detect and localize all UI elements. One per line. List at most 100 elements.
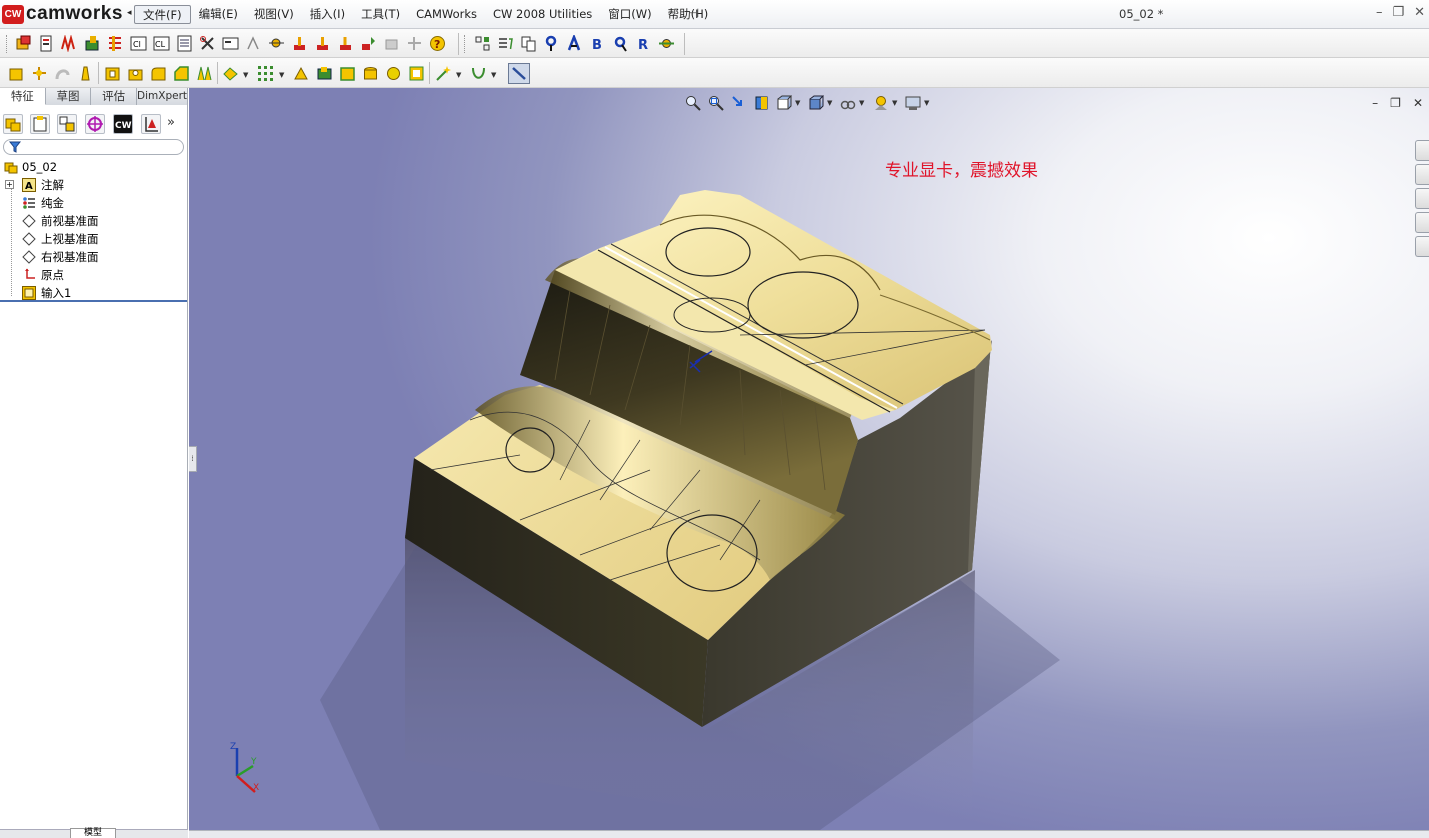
disabled-tool-2-icon[interactable]	[406, 35, 423, 52]
menu-tools[interactable]: 工具(T)	[353, 5, 408, 24]
zoom-to-area-icon[interactable]	[708, 95, 724, 111]
toolpath-display-2-icon[interactable]	[566, 35, 583, 52]
tree-item-material[interactable]: 纯金	[0, 194, 187, 212]
tree-item-right-plane[interactable]: 右视基准面	[0, 248, 187, 266]
extruded-cut-icon[interactable]	[104, 65, 121, 82]
expand-toggle-icon[interactable]: +	[5, 180, 14, 189]
menu-view[interactable]: 视图(V)	[246, 5, 302, 24]
pattern-dropdown-icon[interactable]: ▼	[279, 71, 284, 79]
help-icon[interactable]: ?	[429, 35, 446, 52]
property-manager-tab[interactable]	[30, 114, 50, 134]
tab-evaluate[interactable]: 评估	[91, 88, 138, 105]
reference-geometry-icon[interactable]	[408, 65, 425, 82]
appearance-dropdown-icon[interactable]: ▼	[892, 99, 897, 107]
close-icon[interactable]: ✕	[1414, 5, 1425, 20]
new-operation-icon[interactable]	[360, 35, 377, 52]
dome-icon[interactable]	[339, 65, 356, 82]
fillet-icon[interactable]	[150, 65, 167, 82]
hide-show-dropdown-icon[interactable]: ▼	[859, 99, 864, 107]
toolpath-display-4-icon[interactable]	[612, 35, 629, 52]
task-pane-design-library-icon[interactable]	[1415, 164, 1429, 185]
zoom-to-fit-icon[interactable]	[685, 95, 701, 111]
feature-tree-tool-icon[interactable]	[474, 35, 491, 52]
edit-appearance-icon[interactable]	[873, 95, 889, 111]
task-pane-view-palette-icon[interactable]	[1415, 212, 1429, 233]
disabled-tool-1-icon[interactable]	[383, 35, 400, 52]
more-tabs-chevron-icon[interactable]: »	[167, 115, 175, 130]
setup-sheet-icon[interactable]	[176, 35, 193, 52]
menu-cw-utilities[interactable]: CW 2008 Utilities	[485, 5, 600, 24]
menu-insert[interactable]: 插入(I)	[302, 5, 353, 24]
tab-model[interactable]: 模型	[70, 828, 116, 838]
tool-crib-icon[interactable]	[199, 35, 216, 52]
generate-toolpath-icon[interactable]	[61, 35, 78, 52]
camworks-feature-tree-tab[interactable]: CW	[113, 114, 133, 134]
model-render[interactable]	[189, 88, 1429, 830]
tree-item-front-plane[interactable]: 前视基准面	[0, 212, 187, 230]
app-logo[interactable]: CW camworks	[2, 3, 123, 25]
doc-minimize-icon[interactable]: –	[1372, 96, 1378, 110]
rollback-bar[interactable]	[0, 300, 187, 302]
section-view-icon[interactable]	[754, 95, 770, 111]
wrap-icon[interactable]	[362, 65, 379, 82]
draft-icon[interactable]	[316, 65, 333, 82]
rib-icon[interactable]	[196, 65, 213, 82]
menu-expand-arrow-icon[interactable]: ◂	[127, 8, 132, 18]
restore-icon[interactable]: ❐	[1392, 5, 1404, 20]
panel-collapse-handle[interactable]: ⁞	[189, 446, 197, 472]
pin-menu-icon[interactable]: ⊣	[684, 6, 704, 22]
shell-icon[interactable]	[222, 65, 239, 82]
doc-close-icon[interactable]: ✕	[1413, 96, 1423, 110]
previous-view-icon[interactable]	[731, 95, 747, 111]
generate-operation-plan-icon[interactable]	[38, 35, 55, 52]
toolpath-display-5-icon[interactable]: R	[635, 35, 652, 52]
post-process-icon[interactable]: CL	[153, 35, 170, 52]
intersect-icon[interactable]	[385, 65, 402, 82]
apply-scene-icon[interactable]	[905, 95, 921, 111]
save-cl-file-icon[interactable]: Cl	[130, 35, 147, 52]
doc-restore-icon[interactable]: ❐	[1390, 96, 1401, 110]
menu-file[interactable]: 文件(F)	[134, 5, 191, 24]
shell-dropdown-icon[interactable]: ▼	[243, 71, 248, 79]
minimize-icon[interactable]: –	[1376, 5, 1383, 20]
display-style-icon[interactable]	[808, 95, 824, 111]
toolpath-display-1-icon[interactable]	[543, 35, 560, 52]
tree-item-root[interactable]: 05_02	[0, 158, 187, 176]
simulate-toolpath-icon[interactable]	[84, 35, 101, 52]
camworks-operation-tree-tab[interactable]	[141, 114, 161, 134]
tab-sketch[interactable]: 草图	[45, 88, 92, 105]
task-pane-appearances-icon[interactable]	[1415, 236, 1429, 257]
technology-database-icon[interactable]	[222, 35, 239, 52]
toolbar-grip[interactable]	[6, 35, 9, 53]
step-through-toolpath-icon[interactable]	[107, 35, 124, 52]
chamfer-icon[interactable]	[173, 65, 190, 82]
tree-item-top-plane[interactable]: 上视基准面	[0, 230, 187, 248]
tab-features[interactable]: 特征	[0, 88, 46, 105]
menu-edit[interactable]: 编辑(E)	[191, 5, 246, 24]
coordinate-system-icon[interactable]	[268, 35, 285, 52]
machine-setup-icon[interactable]	[291, 35, 308, 52]
mill-part-setup-icon[interactable]	[314, 35, 331, 52]
extract-features-icon[interactable]	[15, 35, 32, 52]
view-orientation-icon[interactable]	[776, 95, 792, 111]
graphics-area[interactable]: ▼ ▼ ▼ ▼ ▼ – ❐ ✕ 专业显卡，震撼效果 ⁞ Z Y X	[189, 88, 1429, 830]
toolbar-grip[interactable]	[464, 35, 467, 53]
feature-manager-tab[interactable]	[3, 114, 23, 134]
combine-operations-icon[interactable]	[520, 35, 537, 52]
toolpath-display-3-icon[interactable]: B	[589, 35, 606, 52]
loft-icon[interactable]	[77, 65, 94, 82]
hole-wizard-icon[interactable]	[127, 65, 144, 82]
tree-item-annotations[interactable]: + A 注解	[0, 176, 187, 194]
revolved-boss-icon[interactable]	[31, 65, 48, 82]
tree-filter-input[interactable]	[3, 139, 184, 155]
define-stock-icon[interactable]	[245, 35, 262, 52]
mirror-icon[interactable]	[293, 65, 310, 82]
configuration-manager-tab[interactable]	[57, 114, 77, 134]
menu-camworks[interactable]: CAMWorks	[408, 5, 485, 24]
menu-window[interactable]: 窗口(W)	[600, 5, 659, 24]
linear-pattern-icon[interactable]	[257, 65, 274, 82]
view-orientation-dropdown-icon[interactable]: ▼	[795, 99, 800, 107]
instant3d-dropdown-icon[interactable]: ▼	[456, 71, 461, 79]
tree-item-origin[interactable]: 原点	[0, 266, 187, 284]
extruded-boss-icon[interactable]	[8, 65, 25, 82]
